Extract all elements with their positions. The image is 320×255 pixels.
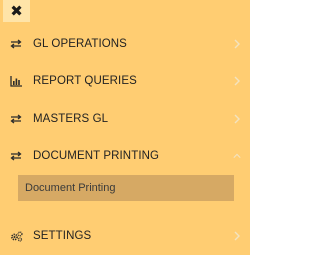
- close-button[interactable]: ✖: [3, 0, 30, 22]
- menu-item-label: SETTINGS: [33, 230, 92, 242]
- chevron-right-icon: [233, 114, 241, 124]
- submenu-item-document-printing[interactable]: Document Printing: [18, 175, 234, 201]
- arrows-exchange-icon: [9, 112, 23, 126]
- chevron-right-icon: [233, 231, 241, 241]
- chevron-right-icon: [233, 76, 241, 86]
- menu-item-label: DOCUMENT PRINTING: [33, 150, 160, 162]
- menu-item-settings[interactable]: SETTINGS: [0, 224, 250, 248]
- menu-item-label: MASTERS GL: [33, 113, 109, 125]
- close-icon: ✖: [10, 3, 23, 20]
- menu-item-gl-operations[interactable]: GL OPERATIONS: [0, 32, 250, 56]
- arrows-exchange-icon: [9, 37, 23, 51]
- sidebar-menu: ✖ GL OPERATIONS REPORT QUERIES MASTERS G…: [0, 0, 250, 255]
- submenu-item-label: Document Printing: [25, 182, 116, 194]
- panel-edge: [250, 0, 254, 255]
- menu-item-label: GL OPERATIONS: [33, 38, 127, 50]
- menu-item-document-printing[interactable]: DOCUMENT PRINTING: [0, 144, 250, 168]
- chevron-up-icon: [233, 151, 241, 161]
- menu-item-label: REPORT QUERIES: [33, 75, 137, 87]
- gears-icon: [9, 229, 23, 243]
- arrows-exchange-icon: [9, 149, 23, 163]
- chevron-right-icon: [233, 39, 241, 49]
- bar-chart-icon: [9, 74, 23, 88]
- menu-item-report-queries[interactable]: REPORT QUERIES: [0, 69, 250, 93]
- menu-item-masters-gl[interactable]: MASTERS GL: [0, 107, 250, 131]
